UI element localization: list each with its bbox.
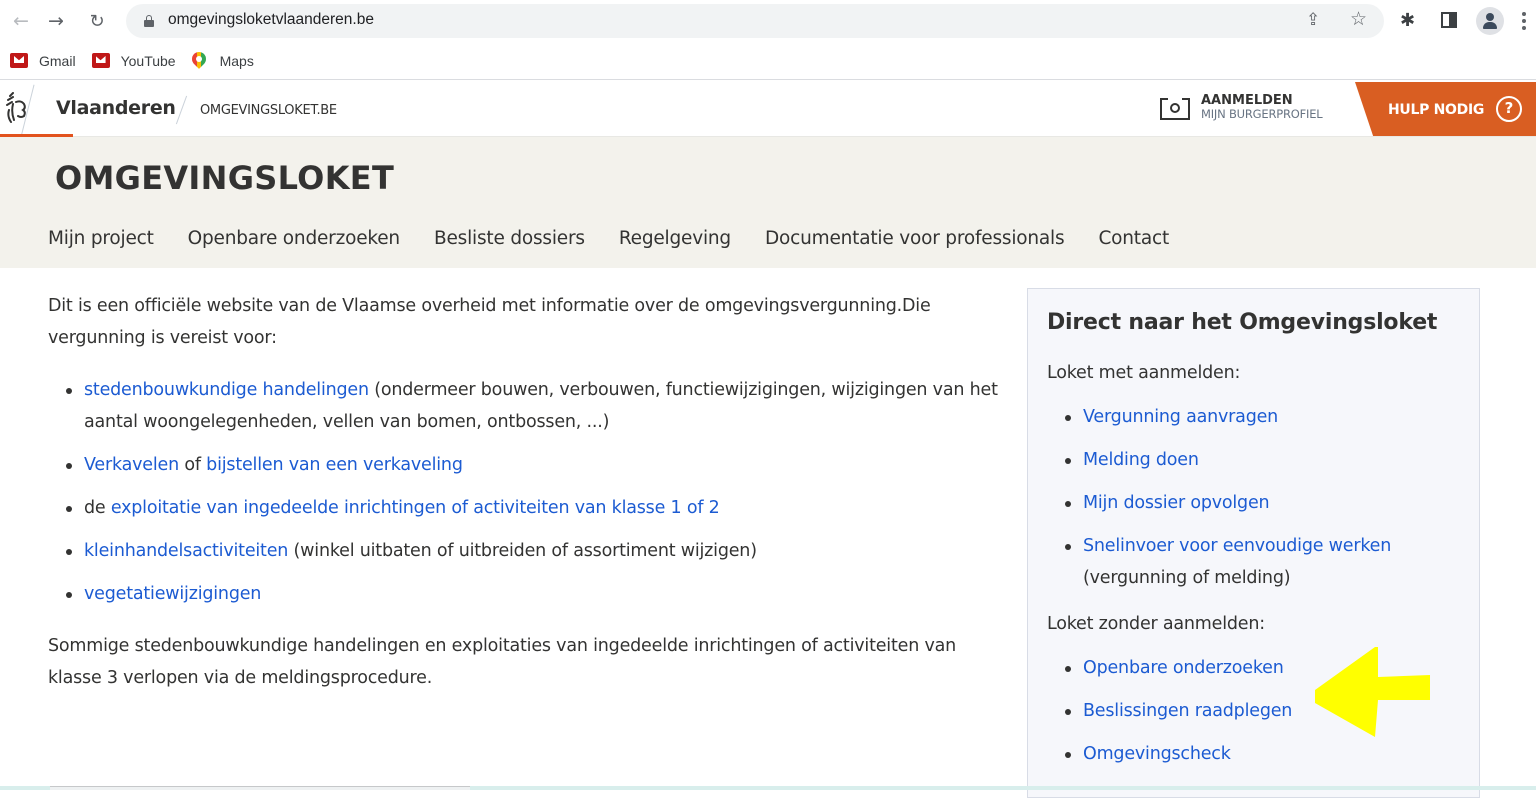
reload-icon[interactable]: ↻ — [86, 10, 108, 32]
item-text: (winkel uitbaten of uitbreiden of assort… — [288, 541, 757, 561]
link-bijstellen[interactable]: bijstellen van een verkaveling — [206, 455, 463, 475]
main-nav: Mijn project Openbare onderzoeken Beslis… — [48, 228, 1203, 249]
list-item: Vergunning aanvragen — [1065, 401, 1460, 433]
browser-toolbar: ← → ↻ omgevingsloketvlaanderen.be ⇪ ☆ ✱ — [0, 0, 1536, 42]
page-title: OMGEVINGSLOKET — [55, 159, 395, 197]
list-item: vegetatiewijzigingen — [66, 578, 998, 610]
with-login-label: Loket met aanmelden: — [1047, 363, 1241, 383]
list-item: Mijn dossier opvolgen — [1065, 487, 1460, 519]
nav-openbare-onderzoeken[interactable]: Openbare onderzoeken — [188, 228, 401, 249]
site-name[interactable]: OMGEVINGSLOKET.BE — [200, 103, 337, 118]
nav-documentatie[interactable]: Documentatie voor professionals — [765, 228, 1065, 249]
nav-besliste-dossiers[interactable]: Besliste dossiers — [434, 228, 585, 249]
help-button[interactable]: HULP NODIG ? — [1355, 82, 1536, 136]
outro-text: Sommige stedenbouwkundige handelingen en… — [48, 636, 957, 688]
link-exploitatie[interactable]: exploitatie van ingedeelde inrichtingen … — [111, 498, 720, 518]
arrow-right-icon[interactable]: → — [45, 10, 67, 32]
arrow-left-icon[interactable]: ← — [10, 10, 32, 32]
link-omgevingscheck[interactable]: Omgevingscheck — [1083, 744, 1231, 764]
link-dossier-opvolgen[interactable]: Mijn dossier opvolgen — [1083, 493, 1270, 513]
link-vergunning-aanvragen[interactable]: Vergunning aanvragen — [1083, 407, 1278, 427]
list-item: Omgevingscheck — [1065, 738, 1460, 770]
puzzle-icon[interactable]: ✱ — [1400, 10, 1420, 31]
link-beslissingen[interactable]: Beslissingen raadplegen — [1083, 701, 1292, 721]
bookmarks-bar: Gmail YouTube Maps — [0, 42, 1536, 80]
nav-contact[interactable]: Contact — [1098, 228, 1169, 249]
login-button[interactable]: AANMELDEN MIJN BURGERPROFIEL — [1160, 94, 1323, 122]
with-login-list: Vergunning aanvragen Melding doen Mijn d… — [1047, 401, 1460, 594]
taskbar-strip — [0, 786, 1536, 790]
link-stedenbouwkundige[interactable]: stedenbouwkundige handelingen — [84, 380, 369, 400]
list-item: kleinhandelsactiviteiten (winkel uitbate… — [66, 535, 998, 567]
panel-title: Direct naar het Omgevingsloket — [1047, 310, 1438, 335]
list-item: stedenbouwkundige handelingen (ondermeer… — [66, 374, 998, 438]
list-item: de exploitatie van ingedeelde inrichting… — [66, 492, 998, 524]
link-melding-doen[interactable]: Melding doen — [1083, 450, 1199, 470]
maps-pin-icon — [188, 48, 209, 70]
bookmark-maps[interactable]: Maps — [188, 48, 254, 70]
item-text: of — [178, 455, 207, 475]
mcafee-icon — [91, 53, 110, 68]
user-profile-icon — [1160, 96, 1190, 122]
nav-mijn-project[interactable]: Mijn project — [48, 228, 154, 249]
intro-text: Dit is een officiële website van de Vlaa… — [48, 296, 931, 348]
kebab-menu-icon[interactable] — [1522, 12, 1526, 33]
link-verkavelen[interactable]: Verkavelen — [84, 455, 179, 475]
main-content: Dit is een officiële website van de Vlaa… — [48, 290, 998, 714]
bookmark-gmail[interactable]: Gmail — [10, 53, 76, 69]
url-text[interactable]: omgevingsloketvlaanderen.be — [168, 11, 374, 29]
link-kleinhandel[interactable]: kleinhandelsactiviteiten — [84, 541, 288, 561]
link-snelinvoer[interactable]: Snelinvoer voor eenvoudige werken — [1083, 536, 1391, 556]
item-text: de — [84, 498, 111, 518]
list-item: Verkavelen of bijstellen van een verkave… — [66, 449, 998, 481]
star-icon[interactable]: ☆ — [1350, 8, 1367, 30]
requirement-list: stedenbouwkundige handelingen (ondermeer… — [48, 374, 998, 610]
mcafee-icon — [10, 53, 28, 68]
site-header: Vlaanderen OMGEVINGSLOKET.BE AANMELDEN M… — [0, 82, 1536, 138]
link-vegetatie[interactable]: vegetatiewijzigingen — [84, 584, 261, 604]
bookmark-label: Maps — [219, 52, 254, 69]
yellow-arrow-annotation — [1315, 647, 1430, 737]
item-text: (vergunning of melding) — [1083, 568, 1291, 588]
link-openbare-onderzoeken[interactable]: Openbare onderzoeken — [1083, 658, 1284, 678]
share-icon[interactable]: ⇪ — [1306, 10, 1320, 30]
list-item: Snelinvoer voor eenvoudige werken (vergu… — [1065, 530, 1460, 594]
login-title: AANMELDEN — [1201, 93, 1293, 108]
side-panel-icon[interactable] — [1441, 12, 1457, 28]
profile-icon[interactable] — [1476, 7, 1504, 35]
brand-vlaanderen[interactable]: Vlaanderen — [56, 97, 176, 119]
list-item: Melding doen — [1065, 444, 1460, 476]
bookmark-youtube[interactable]: YouTube — [91, 52, 176, 69]
lock-icon[interactable] — [144, 15, 154, 27]
divider — [175, 95, 188, 125]
question-circle-icon: ? — [1496, 96, 1522, 122]
nav-regelgeving[interactable]: Regelgeving — [619, 228, 731, 249]
help-label: HULP NODIG — [1388, 102, 1485, 118]
without-login-label: Loket zonder aanmelden: — [1047, 614, 1265, 634]
bookmark-label: YouTube — [120, 52, 176, 69]
login-subtitle: MIJN BURGERPROFIEL — [1201, 107, 1323, 121]
bookmark-label: Gmail — [39, 52, 76, 69]
address-bar[interactable]: omgevingsloketvlaanderen.be ⇪ ☆ — [126, 4, 1384, 38]
title-band: OMGEVINGSLOKET Mijn project Openbare ond… — [0, 137, 1536, 268]
